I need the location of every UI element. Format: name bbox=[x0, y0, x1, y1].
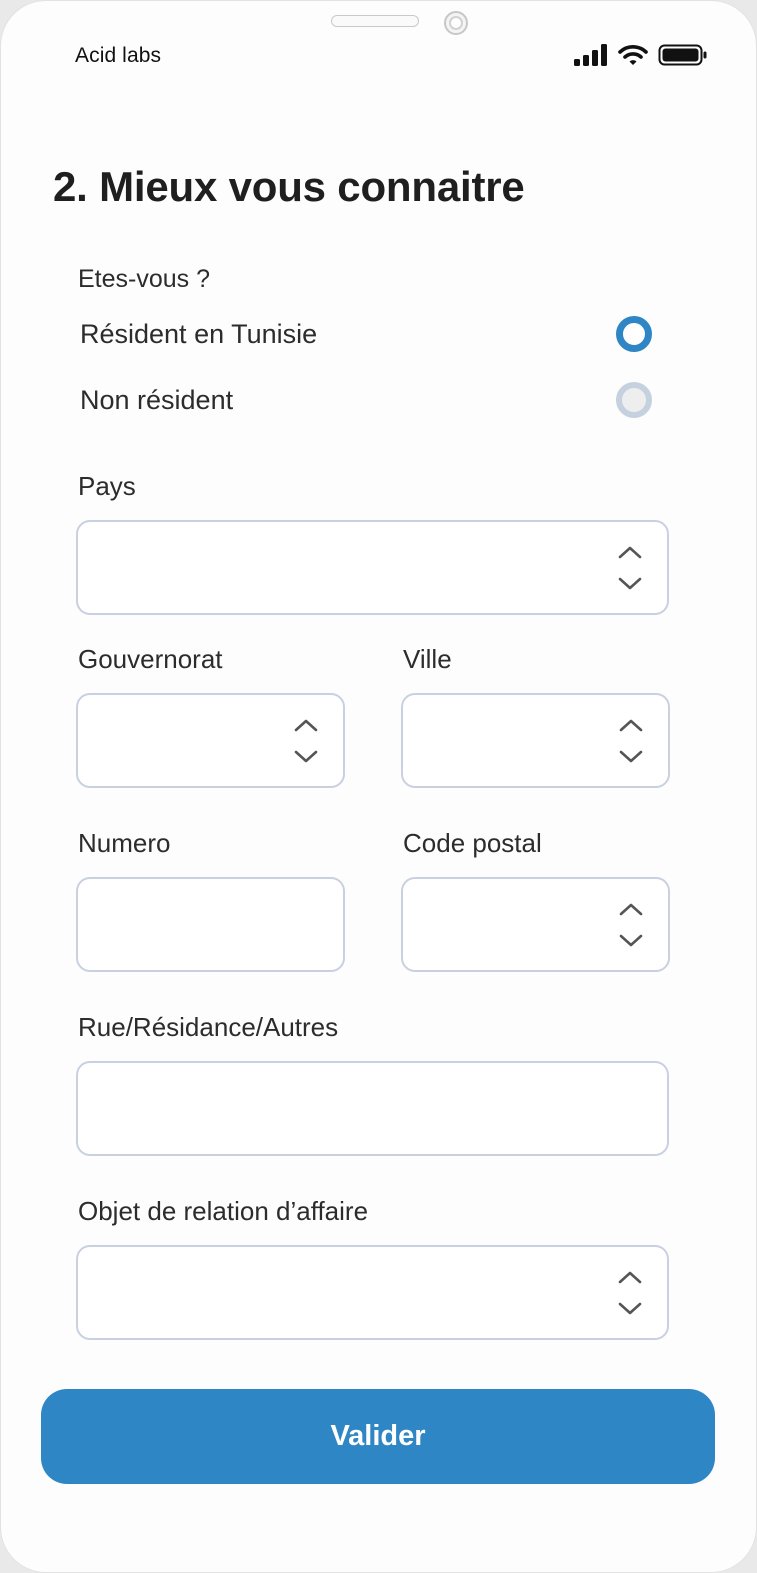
gouvernorat-label: Gouvernorat bbox=[78, 644, 223, 674]
pays-select[interactable] bbox=[76, 520, 669, 615]
radio-label-resident: Résident en Tunisie bbox=[80, 318, 318, 349]
objet-select[interactable] bbox=[76, 1245, 669, 1340]
code-postal-select[interactable] bbox=[401, 877, 670, 972]
chevron-up-down-icon[interactable] bbox=[617, 1269, 643, 1317]
rue-input[interactable] bbox=[78, 1063, 667, 1154]
phone-frame: Acid labs 2. Mieux vous connaitre Etes-v… bbox=[0, 0, 757, 1573]
ville-select[interactable] bbox=[401, 693, 670, 788]
carrier-name: Acid labs bbox=[75, 44, 162, 67]
residency-question: Etes-vous ? bbox=[78, 265, 211, 293]
chevron-up-down-icon[interactable] bbox=[618, 717, 644, 765]
objet-label: Objet de relation d’affaire bbox=[78, 1196, 369, 1226]
objet-input[interactable] bbox=[78, 1247, 667, 1338]
battery-icon bbox=[658, 44, 707, 66]
ville-label: Ville bbox=[403, 644, 452, 674]
valider-button[interactable]: Valider bbox=[41, 1389, 715, 1484]
signal-icon bbox=[574, 44, 607, 66]
wifi-icon bbox=[618, 45, 648, 65]
numero-input[interactable] bbox=[78, 879, 343, 970]
rue-field[interactable] bbox=[76, 1061, 669, 1156]
status-icons bbox=[574, 43, 708, 67]
numero-label: Numero bbox=[78, 828, 171, 858]
pays-label: Pays bbox=[78, 471, 136, 501]
rue-label: Rue/Résidance/Autres bbox=[78, 1012, 339, 1042]
page-title: 2. Mieux vous connaitre bbox=[53, 163, 525, 210]
chevron-up-down-icon[interactable] bbox=[293, 717, 319, 765]
pays-input[interactable] bbox=[78, 522, 667, 613]
radio-button-resident[interactable] bbox=[616, 316, 652, 352]
radio-option-resident[interactable]: Résident en Tunisie bbox=[80, 312, 652, 356]
radio-label-non-resident: Non résident bbox=[80, 384, 234, 415]
code-postal-label: Code postal bbox=[403, 828, 542, 858]
gouvernorat-select[interactable] bbox=[76, 693, 345, 788]
radio-button-non-resident[interactable] bbox=[616, 382, 652, 418]
chevron-up-down-icon[interactable] bbox=[617, 544, 643, 592]
camera-icon bbox=[444, 11, 468, 35]
chevron-up-down-icon[interactable] bbox=[618, 901, 644, 949]
speaker-grille bbox=[331, 15, 419, 27]
numero-field[interactable] bbox=[76, 877, 345, 972]
radio-option-non-resident[interactable]: Non résident bbox=[80, 378, 652, 422]
